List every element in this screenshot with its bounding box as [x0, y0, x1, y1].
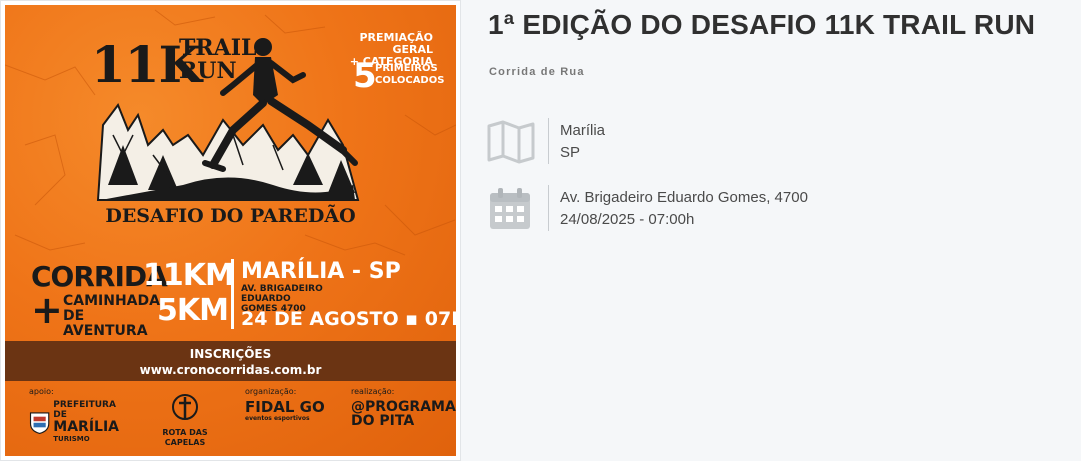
sponsor-label: apoio: [29, 387, 54, 396]
schedule-address: Av. Brigadeiro Eduardo Gomes, 4700 [560, 189, 808, 206]
sponsor-name-big: MARÍLIA [53, 419, 119, 435]
city-crest-icon [29, 412, 50, 434]
poster-address-line1: AV. BRIGADEIRO EDUARDO [241, 284, 323, 304]
event-category: Corrida de Rua [489, 66, 585, 78]
poster-caminhada-distance: 5KM [157, 293, 229, 328]
poster-premiacao-line1: PREMIAÇÃO GERAL [359, 31, 433, 56]
poster-premiacao-line3: PRIMEIROS [375, 63, 438, 74]
poster-premiacao-colocados: PRIMEIROS COLOCADOS [375, 63, 444, 87]
sponsor-name-big: FIDAL GO [245, 398, 325, 416]
sponsor-fidal: organização: FIDAL GO eventos esportivos [245, 387, 325, 451]
sponsor-name-line1: ROTA DAS CAPELAS [162, 428, 208, 447]
poster-caminhada-line1: CAMINHADA [63, 293, 160, 309]
poster-city: MARÍLIA - SP [241, 259, 401, 284]
poster-inscricoes: INSCRIÇÕES [189, 347, 272, 361]
sponsor-name-line1: PREFEITURA DE [53, 400, 116, 420]
poster-premiacao-number: 5 [353, 56, 377, 96]
sponsor-programa-pita: realização: @PROGRAMA DO PITA [351, 387, 456, 451]
poster-divider [231, 259, 234, 329]
poster-caminhada: CAMINHADA DE AVENTURA [63, 294, 163, 339]
sponsor-label: realização: [351, 387, 395, 396]
schedule-datetime: 24/08/2025 - 07:00h [560, 211, 695, 228]
event-location: Marília SP [487, 118, 1047, 168]
poster-plus: + [31, 288, 63, 332]
schedule-separator [548, 185, 549, 231]
location-separator [548, 118, 549, 164]
poster-registration-band: INSCRIÇÕES www.cronocorridas.com.br [5, 341, 456, 381]
sponsor-label: organização: [245, 387, 297, 396]
event-poster-frame: 11K TRAIL RUN PREMIAÇÃO GERAL + CATEGORI… [0, 0, 461, 461]
location-city: Marília [560, 122, 606, 139]
sponsor-name-big: @PROGRAMA [351, 399, 456, 415]
runner-mountain-illustration [96, 38, 360, 201]
poster-corrida-distance: 11KM [143, 258, 235, 293]
event-title: 1ª EDIÇÃO DO DESAFIO 11K TRAIL RUN [488, 9, 1036, 40]
poster-caminhada-line2: DE AVENTURA [63, 308, 148, 339]
event-poster: 11K TRAIL RUN PREMIAÇÃO GERAL + CATEGORI… [5, 5, 456, 456]
sponsor-name-line2: TURISMO [53, 435, 90, 443]
sponsor-prefeitura: apoio: PREFEITURA DE MARÍLIA TURISMO [29, 387, 119, 451]
poster-premiacao-line4: COLOCADOS [375, 75, 445, 86]
sponsor-rota-capelas: ROTA DAS CAPELAS [155, 387, 215, 451]
calendar-icon [490, 188, 530, 229]
poster-website: www.cronocorridas.com.br [139, 363, 322, 377]
map-icon [487, 120, 535, 164]
location-state: SP [560, 144, 581, 161]
poster-subtitle: DESAFIO DO PAREDÃO [105, 205, 356, 227]
event-schedule: Av. Brigadeiro Eduardo Gomes, 4700 24/08… [487, 185, 1047, 235]
chapel-cross-icon [172, 394, 198, 420]
poster-date-time: 24 DE AGOSTO ▪ 07H [241, 308, 456, 330]
sponsor-name-line2: DO PITA [351, 413, 415, 429]
